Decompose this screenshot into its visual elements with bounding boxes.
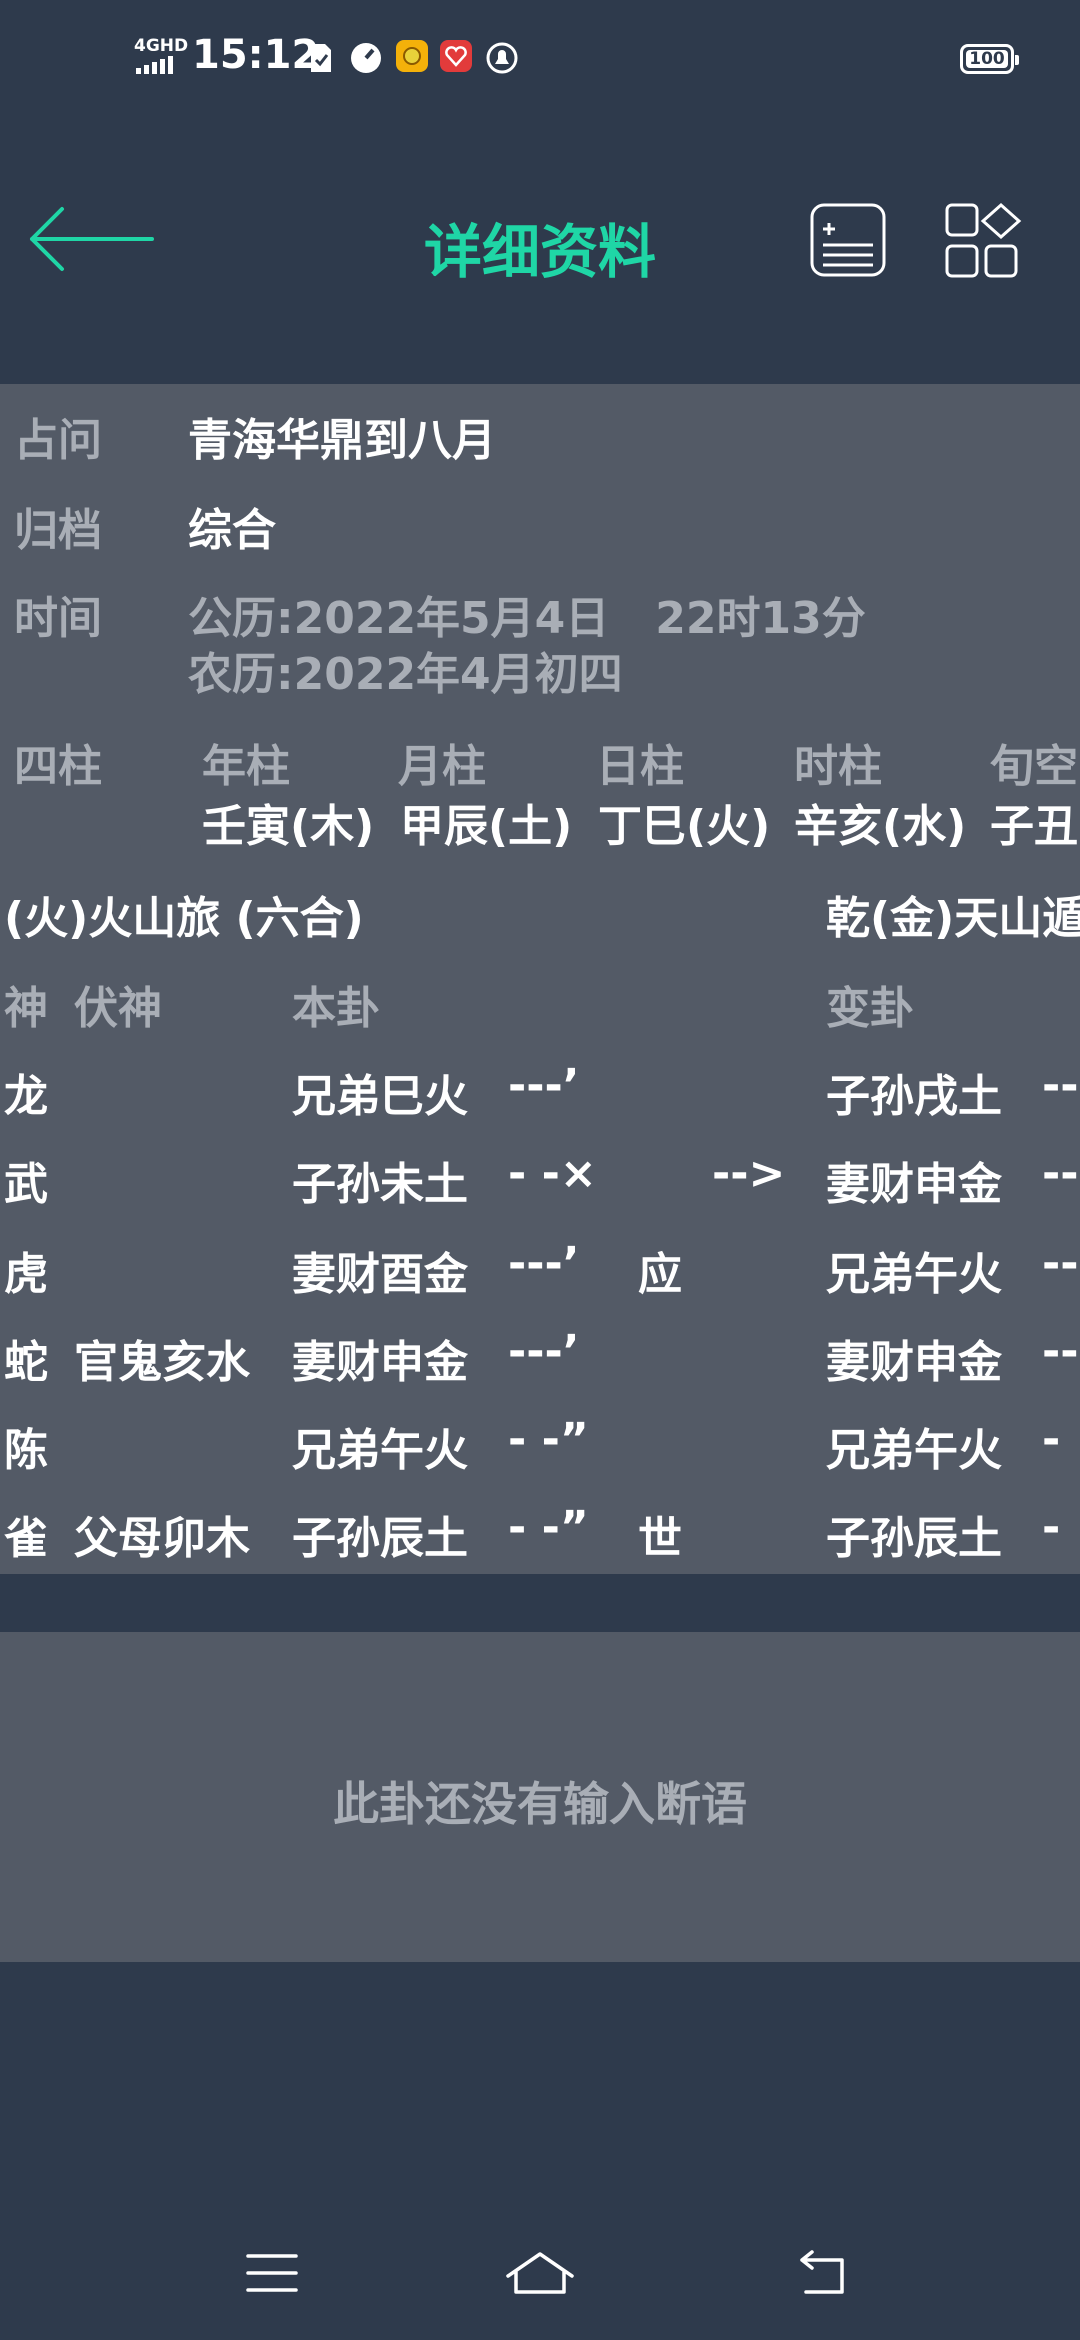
line-symbol: - -” — [508, 1414, 589, 1465]
line-yao: 妻财酉金 — [292, 1249, 468, 1300]
sim-icon — [311, 44, 331, 72]
battery-icon: 100 — [960, 44, 1019, 74]
line-changed-symbol: -- — [1042, 1060, 1079, 1111]
alert-icon — [486, 42, 518, 74]
pillar-day: 丁巳(火) — [598, 801, 771, 852]
add-note-icon[interactable] — [810, 203, 886, 277]
line-changed: 子孙戌土 — [826, 1071, 1002, 1122]
pillar-header-year: 年柱 — [202, 741, 290, 792]
archive-value: 综合 — [188, 505, 276, 556]
line-changed: 兄弟午火 — [826, 1249, 1002, 1300]
line-mark-ying: 应 — [638, 1249, 682, 1300]
signal-icon — [136, 56, 173, 74]
line-changed-symbol: -- — [1042, 1148, 1079, 1199]
line-changed-symbol: - — [1042, 1502, 1061, 1553]
main-hexagram-name: (火)火山旅 (六合) — [4, 893, 364, 944]
question-label: 占问 — [14, 415, 102, 466]
col-biangua: 变卦 — [826, 983, 914, 1034]
line-yao: 子孙辰土 — [292, 1513, 468, 1564]
changed-hexagram-name: 乾(金)天山遁 — [826, 893, 1080, 944]
pillar-month: 甲辰(土) — [400, 801, 573, 852]
line-yao: 妻财申金 — [292, 1337, 468, 1388]
solar-date: 公历:2022年5月4日 22时13分 — [188, 593, 866, 644]
health-app-icon — [440, 40, 472, 72]
page-title: 详细资料 — [423, 218, 656, 286]
return-icon[interactable] — [794, 2250, 854, 2298]
pillar-header-month: 月柱 — [398, 741, 486, 792]
pillars-label: 四柱 — [14, 741, 102, 792]
battery-level: 100 — [966, 50, 1008, 68]
line-changed-symbol: -- — [1042, 1326, 1079, 1377]
line-yao: 兄弟午火 — [292, 1425, 468, 1476]
home-icon[interactable] — [504, 2250, 576, 2298]
line-shen: 龙 — [4, 1071, 48, 1122]
question-value: 青海华鼎到八月 — [188, 415, 496, 466]
line-changed: 兄弟午火 — [826, 1425, 1002, 1476]
pillar-header-day: 日柱 — [596, 741, 684, 792]
pillar-void: 子丑 — [990, 801, 1078, 852]
empty-note-text: 此卦还没有输入断语 — [333, 1777, 747, 1831]
line-shen: 虎 — [4, 1249, 48, 1300]
line-changed-symbol: -- — [1042, 1238, 1079, 1289]
pillar-header-void: 旬空 — [990, 741, 1078, 792]
change-arrow: --> — [712, 1148, 786, 1199]
line-fushen: 官鬼亥水 — [74, 1337, 250, 1388]
line-symbol: ---’ — [508, 1238, 580, 1289]
line-changed: 子孙辰土 — [826, 1513, 1002, 1564]
line-yao: 兄弟巳火 — [292, 1071, 468, 1122]
menu-icon[interactable] — [244, 2250, 300, 2296]
line-shen: 雀 — [4, 1513, 48, 1564]
network-indicator: 4GHD — [134, 36, 189, 56]
line-changed-symbol: - — [1042, 1414, 1061, 1465]
status-bar: 4GHD 15:12 100 — [0, 0, 1080, 120]
status-time: 15:12 — [192, 32, 320, 78]
pillar-hour: 辛亥(水) — [794, 801, 967, 852]
line-yao: 子孙未土 — [292, 1159, 468, 1210]
line-symbol: ---’ — [508, 1326, 580, 1377]
col-shen: 神 — [4, 983, 48, 1034]
archive-label: 归档 — [14, 505, 102, 556]
pillar-year: 壬寅(木) — [202, 801, 375, 852]
lunar-date: 农历:2022年4月初四 — [188, 649, 623, 700]
line-mark-shi: 世 — [638, 1513, 682, 1564]
col-fushen: 伏神 — [74, 983, 162, 1034]
line-changed: 妻财申金 — [826, 1337, 1002, 1388]
line-shen: 蛇 — [4, 1337, 48, 1388]
line-shen: 陈 — [4, 1425, 48, 1476]
line-changed: 妻财申金 — [826, 1159, 1002, 1210]
app-notification-icon — [396, 40, 428, 72]
time-label: 时间 — [14, 593, 102, 644]
line-symbol: ---’ — [508, 1060, 580, 1111]
line-shen: 武 — [4, 1159, 48, 1210]
col-bengua: 本卦 — [292, 983, 380, 1034]
line-symbol: - -× — [508, 1148, 597, 1199]
line-symbol: - -” — [508, 1502, 589, 1553]
detail-panel — [0, 384, 1080, 1574]
apps-grid-icon[interactable] — [944, 202, 1024, 280]
speed-icon — [351, 43, 381, 73]
pillar-header-hour: 时柱 — [794, 741, 882, 792]
line-fushen: 父母卯木 — [74, 1513, 250, 1564]
